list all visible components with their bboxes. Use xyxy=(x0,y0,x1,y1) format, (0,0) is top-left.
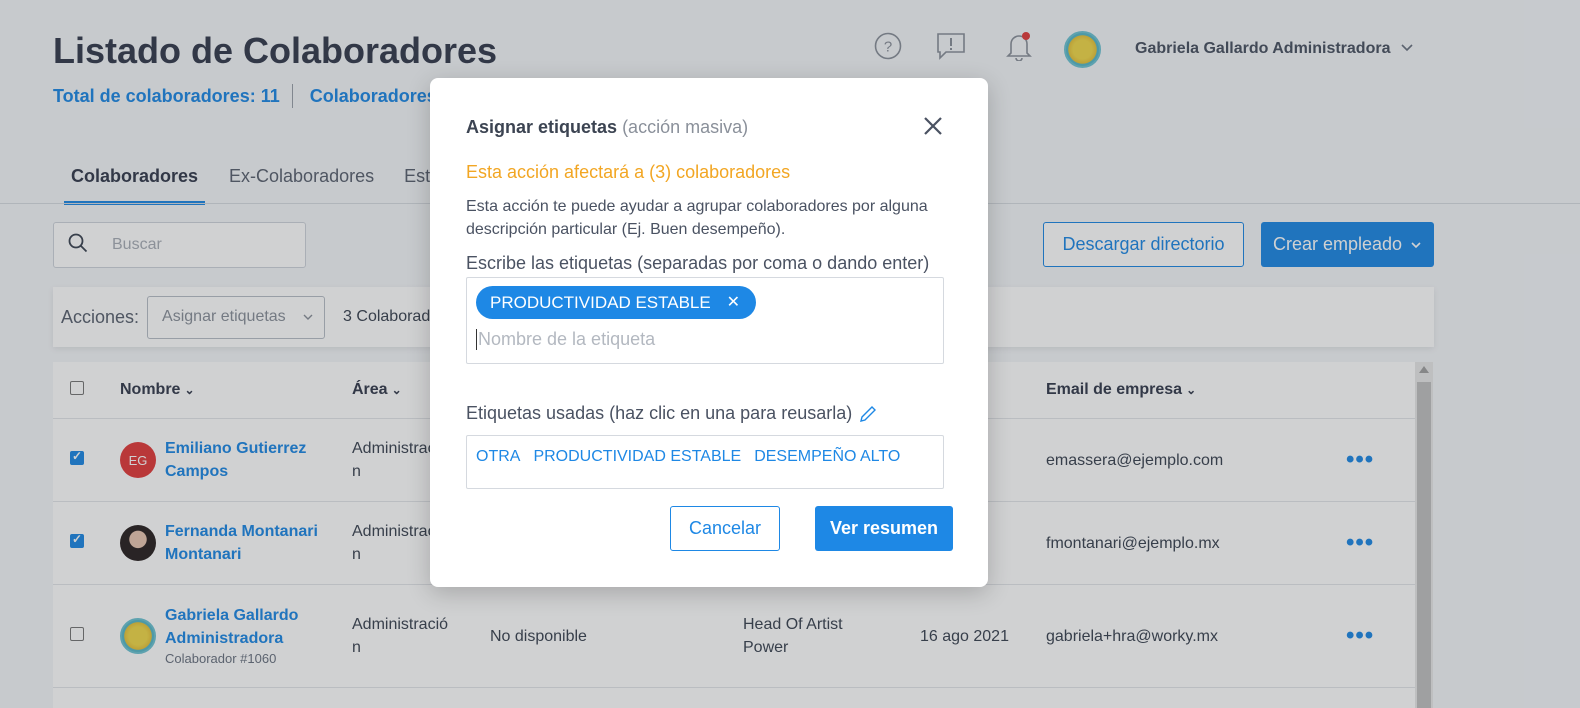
used-tag-otra[interactable]: OTRA xyxy=(476,448,520,476)
modal-title: Asignar etiquetas (acción masiva) xyxy=(466,117,749,137)
used-tag-productividad-estable[interactable]: PRODUCTIVIDAD ESTABLE xyxy=(533,448,741,476)
tag-name-input[interactable]: Nombre de la etiqueta xyxy=(476,329,655,350)
used-tags-label: Etiquetas usadas (haz clic en una para r… xyxy=(466,403,878,424)
tags-label: Escribe las etiquetas (separadas por com… xyxy=(466,253,930,273)
close-icon[interactable] xyxy=(921,114,945,138)
pencil-icon[interactable] xyxy=(858,404,878,424)
used-tag-desempeno-alto[interactable]: DESEMPEÑO ALTO xyxy=(754,448,900,476)
modal-description: Esta acción te puede ayudar a agrupar co… xyxy=(466,198,928,238)
assign-tags-modal: Asignar etiquetas (acción masiva) Esta a… xyxy=(430,78,988,587)
tags-field[interactable]: PRODUCTIVIDAD ESTABLE ✕ Nombre de la eti… xyxy=(466,277,944,364)
view-summary-button[interactable]: Ver resumen xyxy=(815,506,953,551)
tag-chip: PRODUCTIVIDAD ESTABLE ✕ xyxy=(476,286,756,319)
remove-tag-icon[interactable]: ✕ xyxy=(727,292,740,312)
warning-text: Esta acción afectará a (3) colaboradores xyxy=(466,162,791,182)
cancel-button[interactable]: Cancelar xyxy=(670,506,780,551)
used-tags-list: OTRA PRODUCTIVIDAD ESTABLE DESEMPEÑO ALT… xyxy=(466,435,944,489)
